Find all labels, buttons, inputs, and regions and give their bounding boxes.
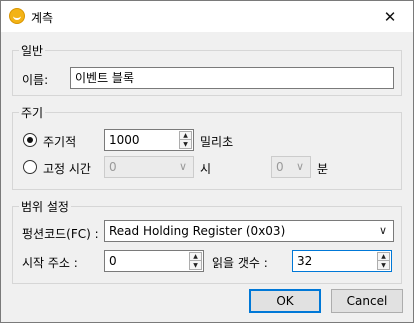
spin-arrows: ▲ ▼ [179, 131, 192, 149]
start-address-stepper[interactable]: 0 ▲ ▼ [104, 250, 204, 272]
chevron-down-icon: ∨ [378, 224, 387, 237]
title-bar[interactable]: 계측 ✕ [1, 1, 413, 32]
read-count-stepper[interactable]: 32 ▲ ▼ [292, 250, 392, 272]
spin-up-icon[interactable]: ▲ [180, 132, 191, 140]
spin-down-icon[interactable]: ▼ [190, 261, 201, 269]
start-address-label: 시작 주소 : [22, 256, 78, 270]
chevron-down-icon: ∨ [295, 160, 304, 173]
cancel-button[interactable]: Cancel [331, 289, 403, 313]
hour-value: 0 [109, 160, 117, 174]
minute-unit-label: 분 [317, 162, 329, 176]
function-code-value: Read Holding Register (0x03) [109, 224, 286, 238]
periodic-interval-stepper[interactable]: 1000 ▲ ▼ [104, 129, 194, 151]
periodic-interval-value: 1000 [109, 133, 140, 147]
chevron-down-icon: ∨ [178, 160, 187, 173]
fixed-time-label: 고정 시간 [43, 162, 91, 176]
dialog-window: 계측 ✕ 일반 이름: 이벤트 블록 주기 주기적 1000 ▲ ▼ 밀리초 고… [0, 0, 414, 323]
close-button[interactable]: ✕ [367, 1, 413, 32]
read-count-label: 읽을 갯수 : [212, 256, 268, 270]
start-address-value: 0 [109, 254, 117, 268]
spin-down-icon[interactable]: ▼ [180, 140, 191, 148]
spin-up-icon[interactable]: ▲ [378, 253, 389, 261]
spin-up-icon[interactable]: ▲ [190, 253, 201, 261]
smiley-icon [9, 8, 25, 24]
hour-unit-label: 시 [200, 162, 212, 176]
minute-select[interactable]: 0 ∨ [271, 156, 311, 178]
periodic-radio[interactable] [23, 133, 37, 147]
ok-button[interactable]: OK [249, 289, 321, 313]
spin-down-icon[interactable]: ▼ [378, 261, 389, 269]
period-legend: 주기 [19, 104, 46, 121]
function-code-select[interactable]: Read Holding Register (0x03) ∨ [104, 220, 394, 242]
spin-arrows: ▲ ▼ [377, 252, 390, 270]
read-count-value: 32 [297, 254, 313, 268]
range-group: 범위 설정 [12, 198, 402, 284]
minute-value: 0 [276, 160, 284, 174]
name-input[interactable]: 이벤트 블록 [70, 67, 394, 89]
hour-select[interactable]: 0 ∨ [104, 156, 194, 178]
periodic-unit-label: 밀리초 [200, 135, 234, 149]
periodic-label: 주기적 [43, 135, 77, 149]
spin-arrows: ▲ ▼ [189, 252, 202, 270]
fixed-time-radio[interactable] [23, 160, 37, 174]
period-group: 주기 [12, 104, 402, 190]
function-code-label: 펑션코드(FC) : [22, 227, 99, 241]
range-legend: 범위 설정 [19, 198, 71, 215]
general-legend: 일반 [19, 42, 46, 59]
name-label: 이름: [22, 73, 49, 87]
window-title: 계측 [31, 11, 54, 25]
